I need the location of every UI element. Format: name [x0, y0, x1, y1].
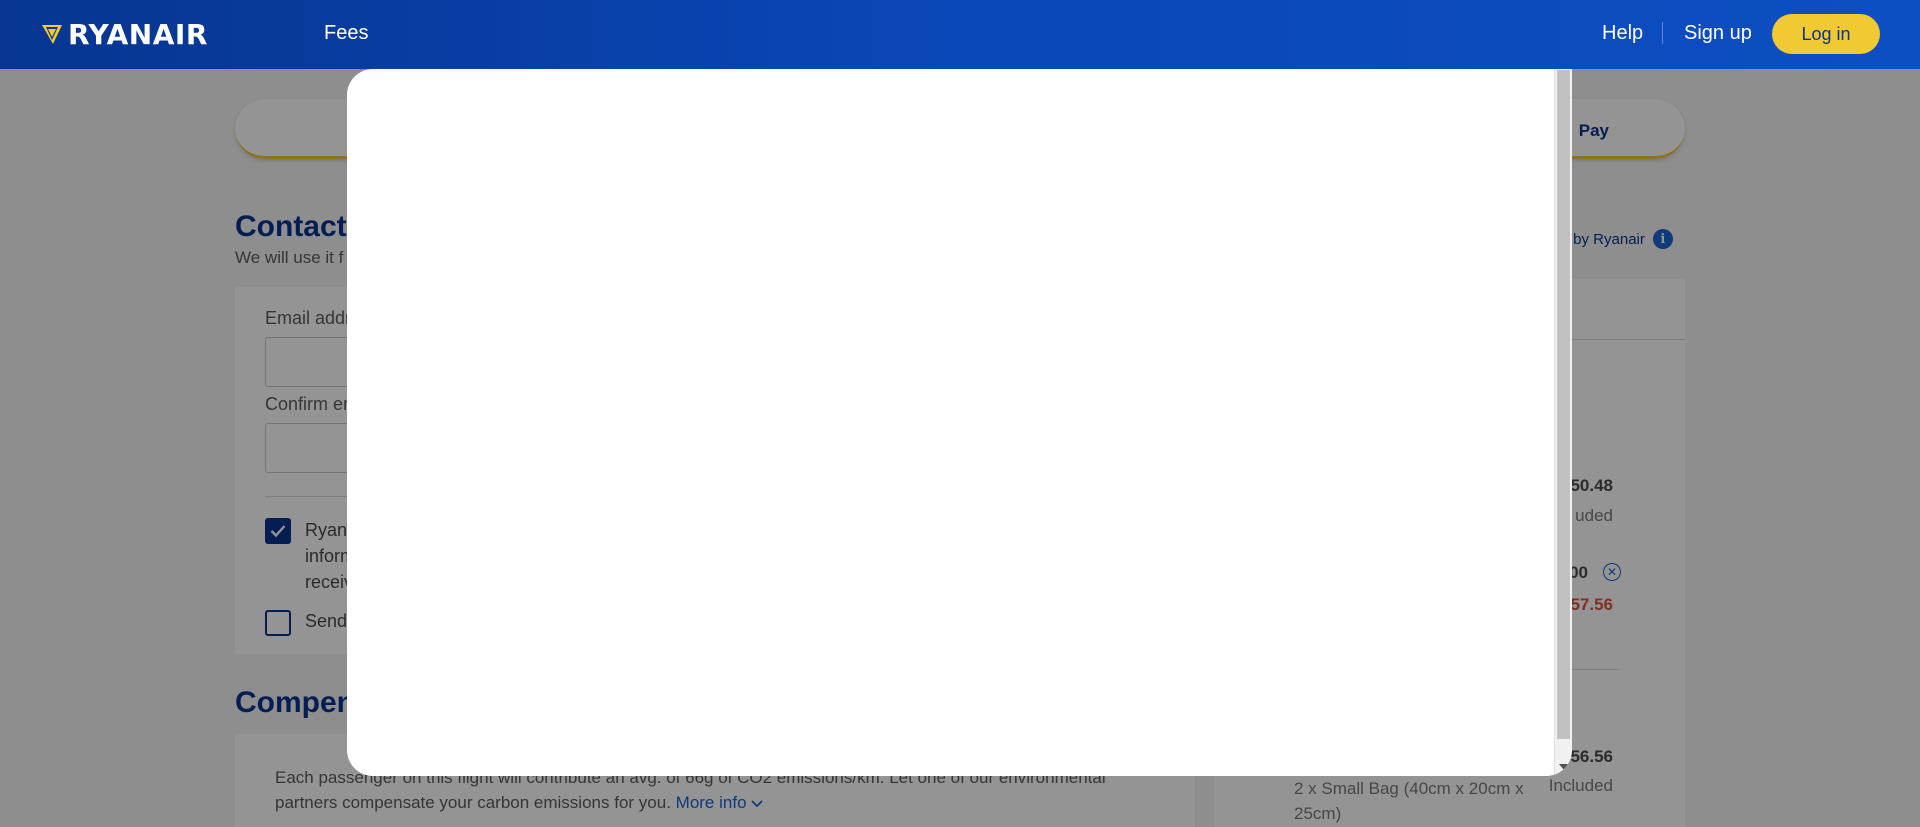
ryanair-logo[interactable]: RYANAIR	[40, 17, 208, 51]
top-header: RYANAIR Fees Help Sign up Log in	[0, 0, 1920, 69]
modal-scrollbar-thumb[interactable]	[1557, 70, 1570, 739]
nav-divider	[1662, 22, 1663, 44]
sign-up-link[interactable]: Sign up	[1684, 22, 1752, 45]
scroll-down-arrow-icon[interactable]	[1559, 764, 1569, 770]
nav-fees-link[interactable]: Fees	[324, 22, 368, 45]
brand-name: RYANAIR	[68, 17, 208, 51]
log-in-button[interactable]: Log in	[1772, 14, 1880, 54]
modal-scrollbar[interactable]	[1554, 69, 1572, 776]
nav-help-link[interactable]: Help	[1602, 22, 1643, 45]
modal-dialog	[347, 69, 1572, 776]
ryanair-harp-icon	[42, 25, 62, 44]
